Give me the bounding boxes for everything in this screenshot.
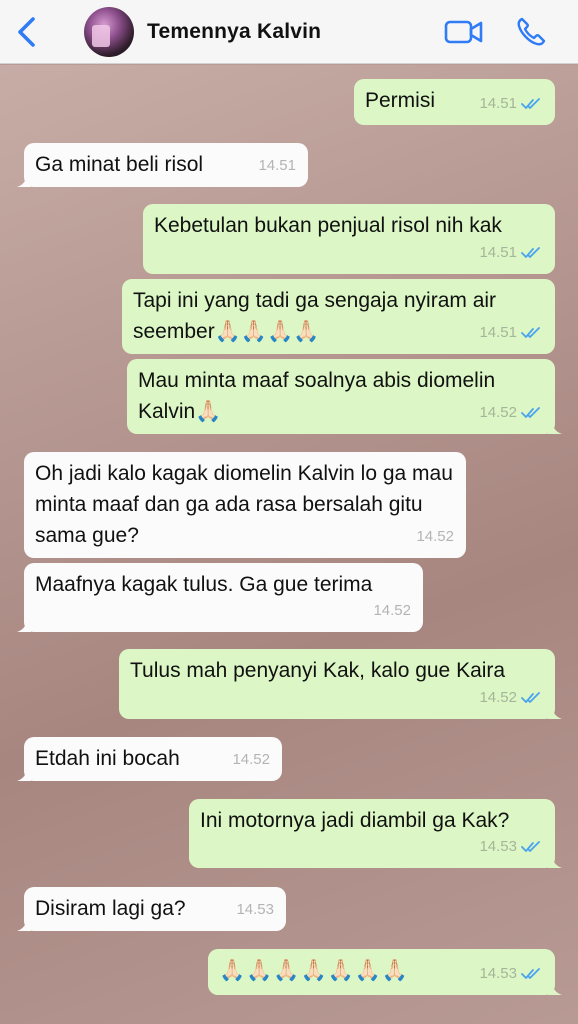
message-meta: 14.52 <box>479 682 543 713</box>
bubble-tail <box>548 852 562 868</box>
incoming-message[interactable]: Etdah ini bocah 14.52 <box>17 737 282 781</box>
bubble-tail <box>548 418 562 434</box>
outgoing-message[interactable]: Kebetulan bukan penjual risol nih kak 14… <box>143 204 555 274</box>
outgoing-message[interactable]: Ini motornya jadi diambil ga Kak? 14.53 <box>189 799 562 868</box>
double-check-icon <box>521 967 540 979</box>
contact-name[interactable]: Temennya Kalvin <box>147 20 321 44</box>
outgoing-message[interactable]: 🙏🏻🙏🏻🙏🏻🙏🏻🙏🏻🙏🏻🙏🏻 14.53 <box>208 949 562 995</box>
incoming-message[interactable]: Oh jadi kalo kagak diomelin Kalvin lo ga… <box>24 452 466 558</box>
message-meta: 14.52 <box>373 595 411 626</box>
incoming-message[interactable]: Maafnya kagak tulus. Ga gue terima 14.52 <box>17 563 423 632</box>
message-text: Maafnya kagak tulus. Ga gue terima <box>35 573 373 596</box>
message-time: 14.51 <box>258 157 296 174</box>
incoming-message[interactable]: Disiram lagi ga? 14.53 <box>17 887 286 931</box>
message-time: 14.52 <box>232 751 270 768</box>
bubble-tail <box>17 765 31 781</box>
bubble-tail <box>548 703 562 719</box>
message-meta: 14.53 <box>479 831 543 862</box>
message-time: 14.51 <box>479 95 517 112</box>
double-check-icon <box>521 246 540 258</box>
message-meta: 14.51 <box>258 150 296 181</box>
outgoing-message[interactable]: Tulus mah penyanyi Kak, kalo gue Kaira 1… <box>119 649 562 719</box>
message-time: 14.52 <box>373 602 411 619</box>
double-check-icon <box>521 406 540 418</box>
double-check-icon <box>521 691 540 703</box>
outgoing-message[interactable]: Permisi 14.51 <box>354 79 555 125</box>
message-meta: 14.52 <box>232 744 270 775</box>
chat-header: Temennya Kalvin <box>0 0 578 64</box>
message-time: 14.53 <box>479 965 517 982</box>
double-check-icon <box>521 326 540 338</box>
video-camera-icon[interactable] <box>444 18 484 46</box>
message-meta: 14.53 <box>236 894 274 925</box>
outgoing-message[interactable]: Mau minta maaf soalnya abis diomelin Kal… <box>127 359 562 434</box>
message-meta: 14.52 <box>416 521 454 552</box>
bubble-tail <box>17 171 31 187</box>
message-meta: 14.51 <box>479 88 543 119</box>
message-meta: 14.52 <box>479 397 543 428</box>
message-time: 14.52 <box>416 528 454 545</box>
incoming-message[interactable]: Ga minat beli risol 14.51 <box>17 143 308 187</box>
message-time: 14.53 <box>479 838 517 855</box>
bubble-tail <box>548 979 562 995</box>
message-time: 14.52 <box>479 689 517 706</box>
message-time: 14.52 <box>479 404 517 421</box>
chevron-left-icon[interactable] <box>14 16 40 48</box>
outgoing-message[interactable]: Tapi ini yang tadi ga sengaja nyiram air… <box>122 279 555 354</box>
message-meta: 14.51 <box>479 237 543 268</box>
phone-icon[interactable] <box>515 16 547 48</box>
message-time: 14.51 <box>479 244 517 261</box>
bubble-tail <box>17 915 31 931</box>
bubble-tail <box>17 616 31 632</box>
message-text: Ga minat beli risol <box>35 153 204 176</box>
avatar[interactable] <box>84 7 134 57</box>
message-time: 14.53 <box>236 901 274 918</box>
message-meta: 14.51 <box>479 317 543 348</box>
double-check-icon <box>521 840 540 852</box>
message-meta: 14.53 <box>479 958 543 989</box>
double-check-icon <box>521 97 540 109</box>
chat-area[interactable]: Permisi 14.51 Ga minat beli risol 14.51 … <box>0 65 578 1024</box>
message-text: Oh jadi kalo kagak diomelin Kalvin lo ga… <box>35 462 459 547</box>
message-time: 14.51 <box>479 324 517 341</box>
